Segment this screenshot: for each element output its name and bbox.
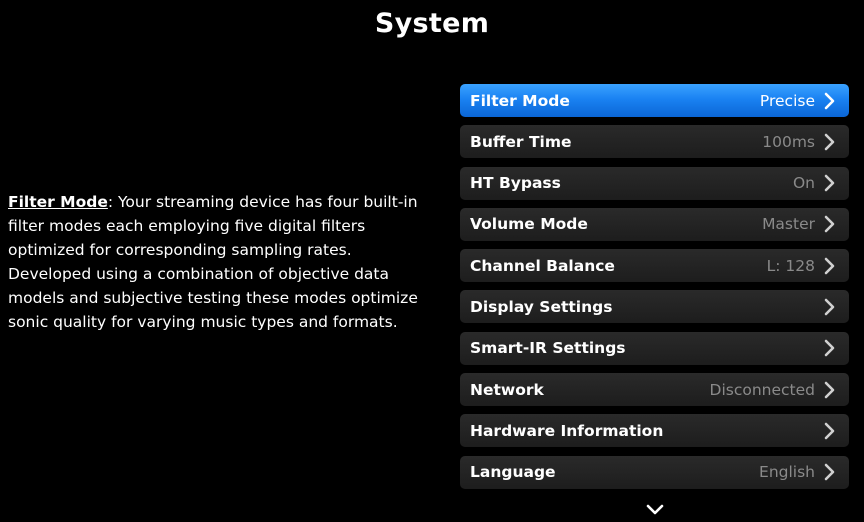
menu-item-label: Hardware Information	[470, 421, 664, 440]
menu-item-value: Master	[762, 215, 815, 234]
chevron-right-icon	[823, 92, 837, 110]
menu-item-value: 100ms	[762, 132, 815, 151]
menu-item-value: Disconnected	[709, 380, 815, 399]
menu-item-value: English	[759, 463, 815, 482]
menu-item-value: Precise	[759, 91, 815, 110]
menu-item-filter-mode[interactable]: Filter Mode Precise	[460, 84, 849, 117]
description-term: Filter Mode	[8, 193, 108, 211]
menu-item-value: L: 128	[766, 256, 815, 275]
chevron-down-icon[interactable]	[645, 502, 665, 516]
description-text: : Your streaming device has four built-i…	[8, 193, 418, 331]
menu-item-label: Smart-IR Settings	[470, 339, 626, 358]
chevron-right-icon	[823, 463, 837, 481]
chevron-right-icon	[823, 174, 837, 192]
menu-item-hardware-information[interactable]: Hardware Information	[460, 414, 849, 448]
chevron-right-icon	[823, 422, 837, 440]
menu-item-label: Volume Mode	[470, 215, 588, 234]
menu-item-label: Filter Mode	[470, 91, 570, 110]
menu-item-buffer-time[interactable]: Buffer Time 100ms	[460, 125, 849, 159]
chevron-right-icon	[823, 215, 837, 233]
menu-item-label: Language	[470, 463, 556, 482]
menu-item-label: Network	[470, 380, 544, 399]
chevron-right-icon	[823, 257, 837, 275]
settings-menu: Filter Mode Precise Buffer Time 100ms HT…	[460, 84, 849, 497]
chevron-right-icon	[823, 298, 837, 316]
menu-item-network[interactable]: Network Disconnected	[460, 373, 849, 407]
menu-item-smart-ir-settings[interactable]: Smart-IR Settings	[460, 331, 849, 365]
page-title: System	[374, 8, 490, 39]
menu-item-channel-balance[interactable]: Channel Balance L: 128	[460, 249, 849, 283]
menu-item-label: Channel Balance	[470, 256, 615, 275]
menu-item-language[interactable]: Language English	[460, 455, 849, 489]
chevron-right-icon	[823, 133, 837, 151]
menu-item-ht-bypass[interactable]: HT Bypass On	[460, 166, 849, 200]
menu-item-volume-mode[interactable]: Volume Mode Master	[460, 207, 849, 241]
menu-item-value: On	[792, 174, 815, 193]
filter-mode-description: Filter Mode: Your streaming device has f…	[8, 190, 438, 334]
chevron-right-icon	[823, 339, 837, 357]
menu-item-display-settings[interactable]: Display Settings	[460, 290, 849, 324]
chevron-right-icon	[823, 381, 837, 399]
menu-item-label: HT Bypass	[470, 174, 561, 193]
menu-item-label: Buffer Time	[470, 132, 572, 151]
menu-item-label: Display Settings	[470, 297, 613, 316]
